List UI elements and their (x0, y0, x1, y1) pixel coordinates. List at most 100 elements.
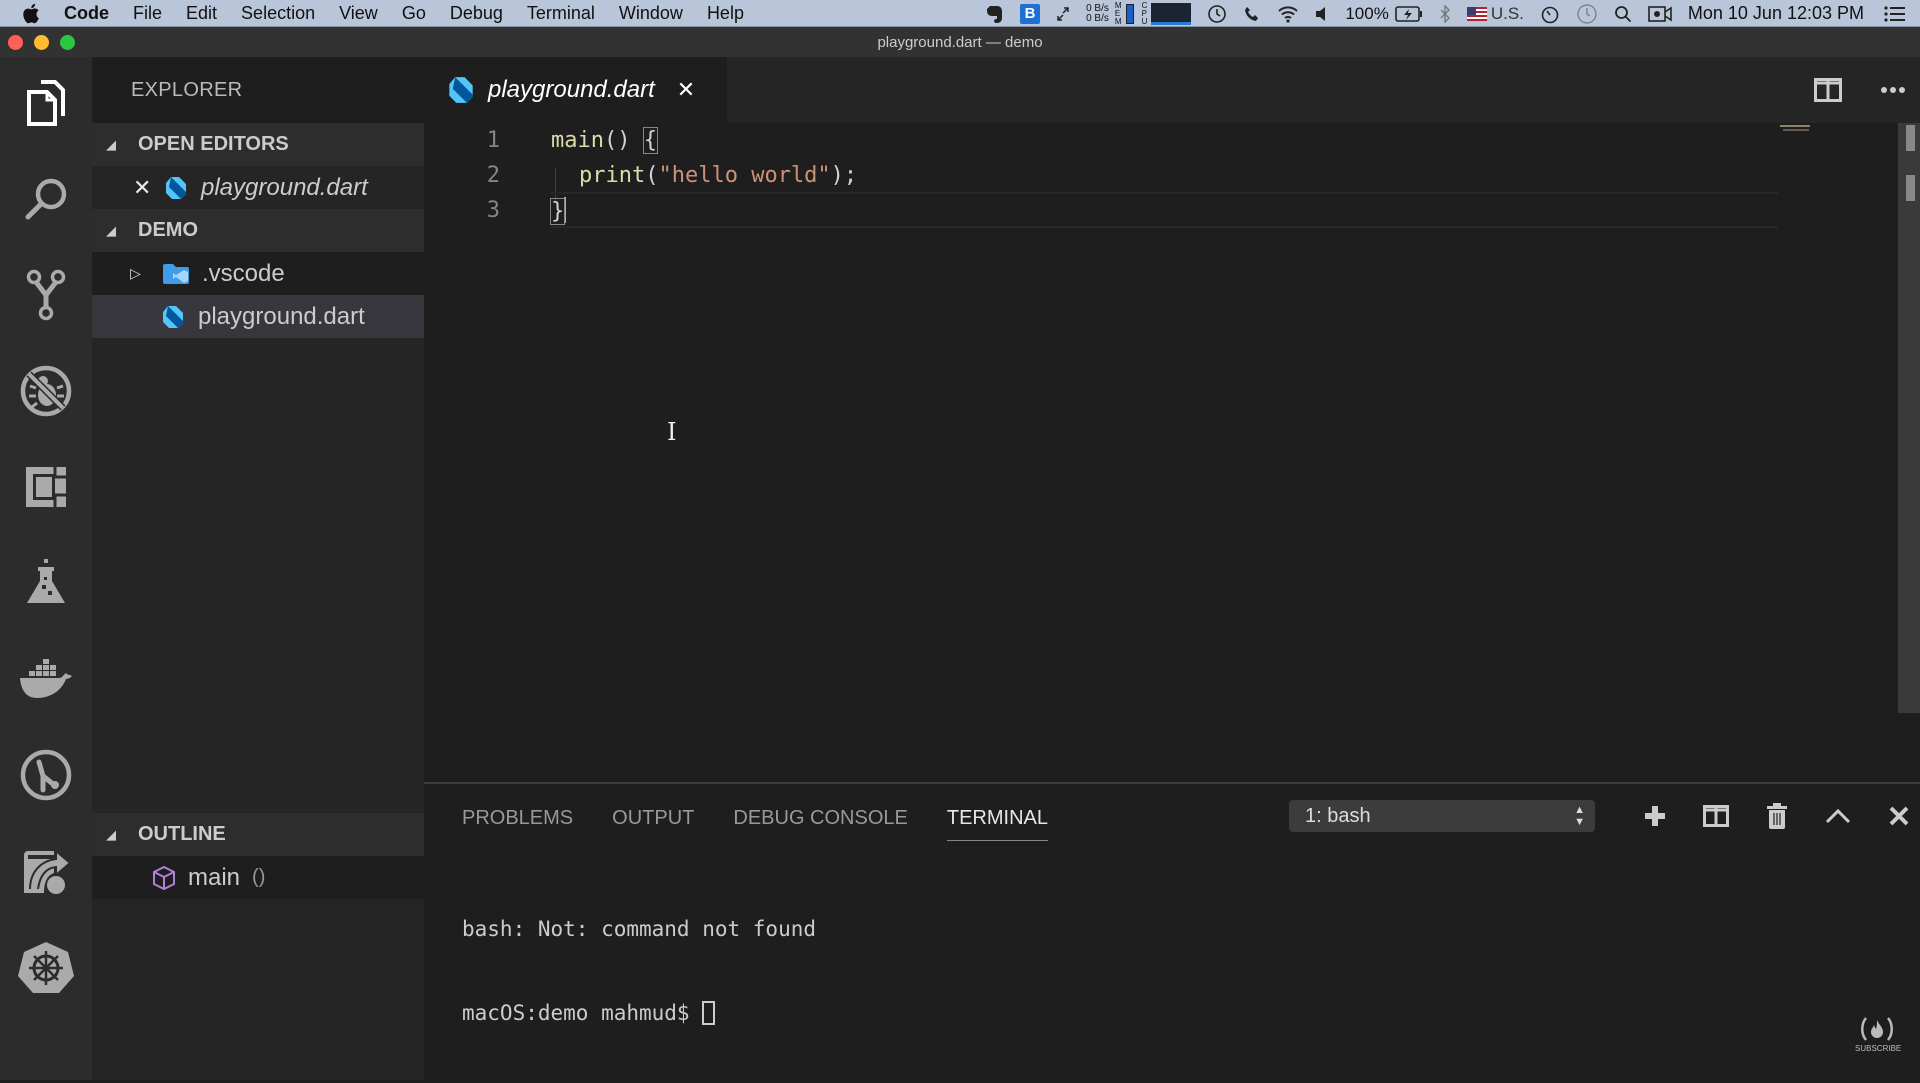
scrollbar-thumb[interactable] (1906, 125, 1915, 151)
close-panel-icon[interactable] (1868, 806, 1920, 826)
outline-section: ◢ OUTLINE main () (92, 813, 424, 899)
code-editor[interactable]: 1 main() { 2 print("hello world"); 3 } (424, 123, 1898, 782)
tree-item-vscode-folder[interactable]: ▷ .vscode (92, 252, 424, 295)
explorer-title: EXPLORER (92, 57, 424, 123)
minimize-window-button[interactable] (34, 35, 49, 50)
bluetooth-icon[interactable] (1439, 0, 1451, 27)
activity-live-share[interactable] (0, 825, 92, 921)
tab-debug-console[interactable]: DEBUG CONSOLE (733, 798, 907, 838)
battery-charging-icon[interactable] (1395, 0, 1423, 27)
editor-vertical-scrollbar[interactable] (1898, 123, 1920, 713)
cpu-graph-icon[interactable] (1151, 0, 1192, 27)
notification-center-icon[interactable] (1884, 0, 1906, 27)
vscode-folder-name: .vscode (202, 259, 285, 287)
menu-help[interactable]: Help (707, 3, 744, 24)
more-actions-icon[interactable] (1880, 86, 1906, 94)
overview-ruler-marker (1906, 175, 1915, 201)
outline-label: OUTLINE (138, 823, 226, 845)
menu-edit[interactable]: Edit (186, 3, 217, 24)
apple-logo-icon[interactable] (22, 3, 46, 24)
activity-explorer[interactable] (0, 57, 92, 153)
open-editor-item[interactable]: ✕ playground.dart (92, 166, 424, 209)
bbedit-icon[interactable]: B (1020, 0, 1041, 27)
terminal-line: bash: Not: command not found (462, 917, 817, 941)
activity-gitlens[interactable] (0, 729, 92, 825)
phone-icon[interactable] (1243, 0, 1261, 27)
gitlens-icon (19, 748, 73, 807)
input-source-label[interactable]: U.S. (1491, 0, 1524, 27)
activity-extensions[interactable] (0, 441, 92, 537)
menu-clock[interactable]: Mon 10 Jun 12:03 PM (1688, 3, 1864, 24)
volume-icon[interactable] (1315, 0, 1329, 27)
explorer-sidebar: EXPLORER ◢ OPEN EDITORS ✕ playground.dar… (92, 57, 424, 1080)
menu-window[interactable]: Window (619, 3, 683, 24)
close-window-button[interactable] (8, 35, 23, 50)
demo-folder-header[interactable]: ◢ DEMO (92, 209, 424, 252)
new-terminal-icon[interactable] (1624, 805, 1685, 827)
terminal-select-value: 1: bash (1305, 804, 1371, 827)
tab-problems[interactable]: PROBLEMS (462, 798, 573, 838)
spotlight-search-icon[interactable] (1614, 0, 1632, 27)
code-text: print("hello world"); (579, 163, 858, 188)
activity-debug[interactable] (0, 345, 92, 441)
subscribe-watermark[interactable]: SUBSCRIBE (1855, 1016, 1902, 1056)
menu-app-code[interactable]: Code (64, 3, 109, 24)
menu-view[interactable]: View (339, 3, 378, 24)
wifi-icon[interactable] (1277, 0, 1299, 27)
files-icon (26, 79, 66, 131)
time-machine-icon[interactable] (1207, 0, 1227, 27)
outline-header[interactable]: ◢ OUTLINE (92, 813, 424, 856)
macos-menu-bar: Code File Edit Selection View Go Debug T… (0, 0, 1920, 27)
tab-output[interactable]: OUTPUT (612, 798, 694, 838)
code-line-2: 2 print("hello world"); (424, 158, 1898, 193)
minimap (1780, 125, 1812, 131)
maximize-window-button[interactable] (60, 35, 75, 50)
us-flag-icon[interactable] (1466, 0, 1487, 27)
memory-gauge-icon[interactable] (1125, 0, 1134, 27)
terminal-instance-select[interactable]: 1: bash ▲ ▼ (1289, 800, 1595, 832)
activity-kubernetes[interactable] (0, 921, 92, 1017)
activity-source-control[interactable] (0, 249, 92, 345)
matched-brace: { (642, 127, 659, 154)
outline-item-main[interactable]: main () (92, 856, 424, 899)
code-line-3: 3 } (424, 193, 1898, 228)
close-editor-icon[interactable]: ✕ (133, 175, 153, 201)
code-line-1: 1 main() { (424, 123, 1898, 158)
activity-docker[interactable] (0, 633, 92, 729)
method-cube-icon (152, 865, 176, 891)
resize-arrows-icon[interactable] (1056, 0, 1070, 27)
tab-playground-dart[interactable]: playground.dart ✕ (424, 57, 727, 123)
subscribe-label: SUBSCRIBE (1855, 1044, 1902, 1053)
clock-icon[interactable] (1576, 0, 1598, 27)
kill-terminal-trash-icon[interactable] (1746, 803, 1807, 829)
close-tab-icon[interactable]: ✕ (677, 77, 695, 103)
outline-item-name: main (188, 863, 241, 891)
menu-debug[interactable]: Debug (450, 3, 503, 24)
split-terminal-icon[interactable] (1685, 805, 1746, 827)
line-number: 3 (486, 198, 500, 223)
tab-terminal[interactable]: TERMINAL (946, 798, 1049, 841)
screen-record-icon[interactable] (1648, 0, 1672, 27)
net-down-text: 0 B/s (1086, 12, 1109, 24)
menu-terminal[interactable]: Terminal (527, 3, 595, 24)
dart-file-icon (165, 176, 187, 200)
timer-icon[interactable] (1540, 0, 1560, 27)
window-controls (8, 35, 75, 50)
menu-selection[interactable]: Selection (241, 3, 315, 24)
open-editors-header[interactable]: ◢ OPEN EDITORS (92, 123, 424, 166)
code-text: main() { (551, 127, 659, 154)
menu-go[interactable]: Go (402, 3, 426, 24)
split-editor-icon[interactable] (1814, 78, 1842, 102)
maximize-panel-chevron-up-icon[interactable] (1807, 808, 1868, 824)
terminal-output[interactable]: bash: Not: command not found macOS:demo … (462, 859, 816, 1083)
tree-item-playground-dart[interactable]: playground.dart (92, 295, 424, 338)
activity-search[interactable] (0, 153, 92, 249)
playground-file-name: playground.dart (198, 302, 365, 330)
line-number: 2 (486, 163, 500, 188)
editor-tab-bar: playground.dart ✕ (424, 57, 1920, 123)
outline-item-detail: () (252, 866, 266, 888)
activity-test[interactable] (0, 537, 92, 633)
terminal-prompt: macOS:demo mahmud$ (462, 1001, 703, 1025)
menu-file[interactable]: File (133, 3, 162, 24)
evernote-icon[interactable] (986, 0, 1004, 27)
